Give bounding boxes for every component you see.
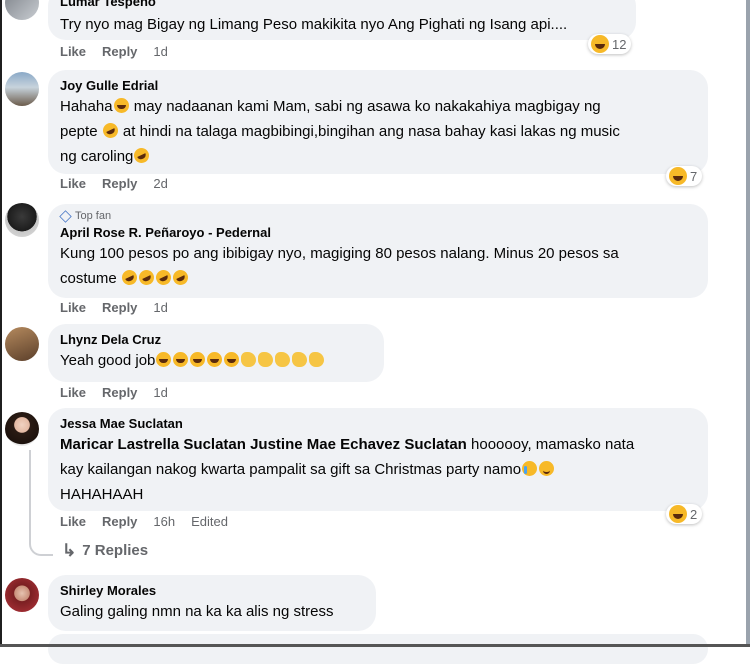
text-segment: may nadaanan kami Mam, sabi ng asawa ko … bbox=[129, 98, 601, 115]
rofl-emoji-icon bbox=[100, 120, 121, 141]
laughing-emoji-icon bbox=[207, 352, 223, 367]
rofl-emoji-icon bbox=[119, 267, 140, 288]
laughing-emoji-icon bbox=[173, 352, 189, 367]
comment-bubble: Shirley Morales Galing galing nmn na ka … bbox=[48, 575, 376, 631]
comment-bubble: Lhynz Dela Cruz Yeah good job bbox=[48, 324, 384, 382]
haha-reaction-icon bbox=[669, 505, 687, 523]
text-segment: kay kailangan nakog kwarta pampalit sa g… bbox=[60, 461, 522, 478]
comment-author[interactable]: Shirley Morales bbox=[60, 582, 364, 599]
comment-text: Yeah good job bbox=[60, 348, 372, 373]
rofl-emoji-icon bbox=[170, 267, 191, 288]
edited-label: Edited bbox=[191, 514, 228, 529]
like-button[interactable]: Like bbox=[60, 176, 86, 191]
text-segment: at hindi na talaga magbibingi,bingihan a… bbox=[118, 123, 620, 140]
reaction-summary[interactable]: 7 bbox=[666, 166, 703, 186]
comment-actions: Like Reply 1d bbox=[60, 385, 168, 400]
comment-text: Galing galing nmn na ka ka alis ng stres… bbox=[60, 603, 334, 620]
laughing-emoji-icon bbox=[224, 352, 240, 367]
top-fan-badge: Top fan bbox=[59, 209, 696, 223]
comment-time[interactable]: 2d bbox=[153, 176, 167, 191]
comment-text: Hahaha may nadaanan kami Mam, sabi ng as… bbox=[60, 94, 696, 169]
text-segment: ng caroling bbox=[60, 148, 134, 165]
comment-bubble: Jessa Mae Suclatan Maricar Lastrella Suc… bbox=[48, 408, 708, 511]
comment-author[interactable]: Joy Gulle Edrial bbox=[60, 77, 696, 94]
comment-bubble: Joy Gulle Edrial Hahaha may nadaanan kam… bbox=[48, 70, 708, 174]
like-button[interactable]: Like bbox=[60, 514, 86, 529]
reaction-summary[interactable]: 12 bbox=[588, 34, 632, 54]
window-right-edge bbox=[746, 0, 750, 647]
clapping-emoji-icon bbox=[309, 352, 325, 367]
text-segment: Hahaha bbox=[60, 98, 113, 115]
comment-author[interactable]: Lhynz Dela Cruz bbox=[60, 331, 372, 348]
reaction-summary[interactable]: 2 bbox=[666, 504, 703, 524]
text-segment: HAHAHAAH bbox=[60, 486, 144, 503]
reaction-count: 7 bbox=[690, 168, 698, 184]
comment-bubble: Top fan April Rose R. Peñaroyo - Pederna… bbox=[48, 204, 708, 298]
clapping-emoji-icon bbox=[275, 352, 291, 367]
comment-actions: Like Reply 2d bbox=[60, 176, 168, 191]
thread-line bbox=[29, 450, 31, 538]
reaction-count: 2 bbox=[690, 506, 698, 522]
text-segment: costume bbox=[60, 270, 117, 287]
text-segment: hoooooy, mamasko nata bbox=[466, 436, 635, 453]
view-replies-button[interactable]: ↳ 7 Replies bbox=[62, 542, 148, 559]
comment-text: Try nyo mag Bigay ng Limang Peso makikit… bbox=[60, 16, 568, 33]
comment-author[interactable]: Lumar Tespeño bbox=[60, 0, 624, 10]
mention-link[interactable]: Maricar Lastrella Suclatan Justine Mae E… bbox=[60, 436, 467, 453]
clapping-emoji-icon bbox=[292, 352, 308, 367]
comment-author[interactable]: Jessa Mae Suclatan bbox=[60, 415, 696, 432]
text-segment: Kung 100 pesos po ang ibibigay nyo, magi… bbox=[60, 245, 619, 262]
text-segment: pepte bbox=[60, 123, 98, 140]
laughing-emoji-icon bbox=[156, 352, 172, 367]
avatar[interactable] bbox=[5, 0, 39, 20]
like-button[interactable]: Like bbox=[60, 385, 86, 400]
laughing-emoji-icon bbox=[190, 352, 206, 367]
comment-actions: Like Reply 1d bbox=[60, 300, 168, 315]
window-left-edge bbox=[0, 0, 2, 647]
comment-time[interactable]: 1d bbox=[153, 44, 167, 59]
avatar[interactable] bbox=[5, 203, 39, 237]
rofl-emoji-icon bbox=[131, 145, 152, 166]
haha-reaction-icon bbox=[591, 35, 609, 53]
crying-emoji-icon bbox=[522, 461, 538, 476]
comment-time[interactable]: 16h bbox=[153, 514, 175, 529]
comment-text: Maricar Lastrella Suclatan Justine Mae E… bbox=[60, 432, 696, 507]
clapping-emoji-icon bbox=[241, 352, 257, 367]
avatar[interactable] bbox=[5, 412, 39, 446]
comment-time[interactable]: 1d bbox=[153, 300, 167, 315]
clapping-emoji-icon bbox=[258, 352, 274, 367]
avatar[interactable] bbox=[5, 578, 39, 612]
badge-label: Top fan bbox=[75, 210, 112, 222]
reply-button[interactable]: Reply bbox=[102, 44, 137, 59]
comment-actions: Like Reply 16h Edited bbox=[60, 514, 228, 529]
reply-button[interactable]: Reply bbox=[102, 176, 137, 191]
smiling-emoji-icon bbox=[539, 461, 555, 476]
avatar[interactable] bbox=[5, 72, 39, 106]
rofl-emoji-icon bbox=[153, 267, 174, 288]
reply-button[interactable]: Reply bbox=[102, 385, 137, 400]
comment-time[interactable]: 1d bbox=[153, 385, 167, 400]
diamond-icon bbox=[59, 209, 72, 223]
laughing-emoji-icon bbox=[113, 98, 129, 113]
reply-button[interactable]: Reply bbox=[102, 300, 137, 315]
rofl-emoji-icon bbox=[136, 267, 157, 288]
like-button[interactable]: Like bbox=[60, 300, 86, 315]
reply-button[interactable]: Reply bbox=[102, 514, 137, 529]
reaction-count: 12 bbox=[612, 36, 627, 52]
avatar[interactable] bbox=[5, 327, 39, 361]
comment-actions: Like Reply 1d bbox=[60, 44, 168, 59]
replies-label: 7 Replies bbox=[82, 542, 149, 559]
haha-reaction-icon bbox=[669, 167, 687, 185]
comment-bubble: Lumar Tespeño Try nyo mag Bigay ng Liman… bbox=[48, 0, 636, 40]
comment-author[interactable]: April Rose R. Peñaroyo - Pedernal bbox=[60, 224, 696, 241]
thread-curve bbox=[29, 536, 53, 556]
reply-arrow-icon: ↳ bbox=[62, 541, 77, 560]
like-button[interactable]: Like bbox=[60, 44, 86, 59]
comment-text: Kung 100 pesos po ang ibibigay nyo, magi… bbox=[60, 241, 696, 291]
text-segment: Yeah good job bbox=[60, 352, 156, 369]
comment-input-box[interactable] bbox=[48, 634, 708, 664]
